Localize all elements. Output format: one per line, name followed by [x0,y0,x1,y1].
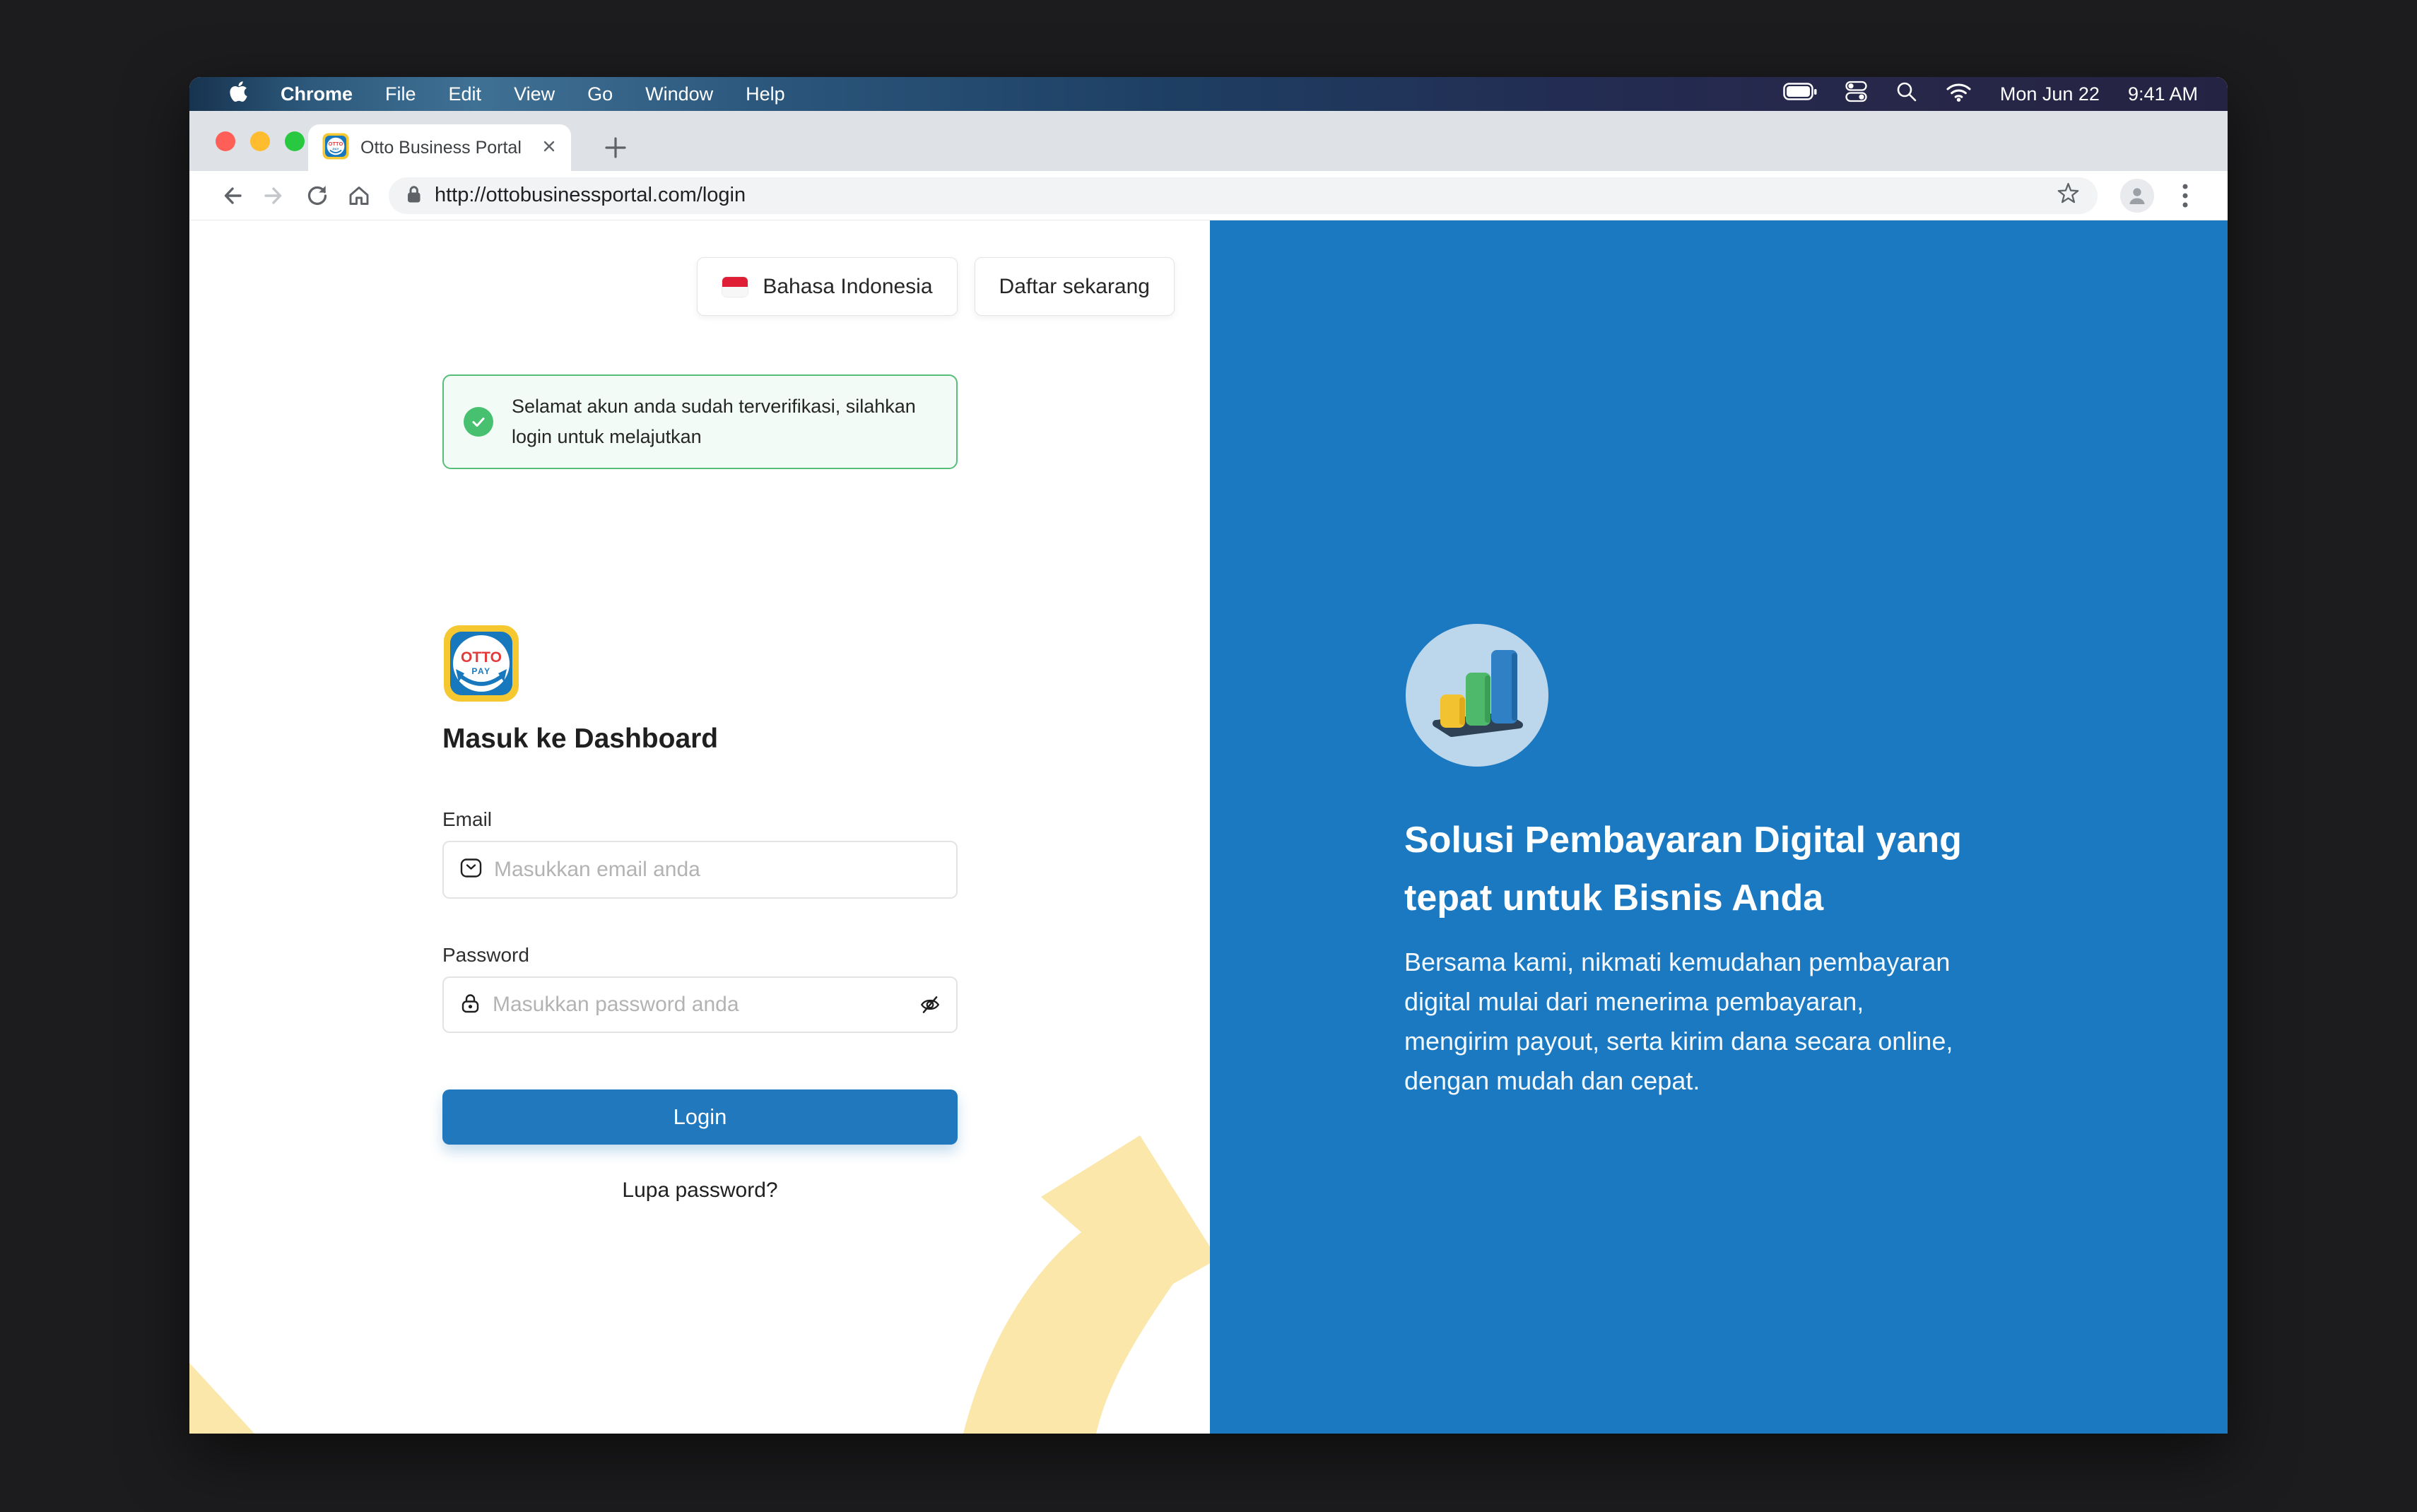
forward-button[interactable] [253,175,295,216]
svg-text:OTTO: OTTO [461,649,502,666]
svg-text:OTTO: OTTO [329,141,343,147]
tab-strip: OTTOPAY Otto Business Portal [189,111,2228,171]
search-icon[interactable] [1895,81,1917,107]
email-input[interactable] [494,858,941,882]
tab-close-icon[interactable] [541,138,557,158]
login-heading: Masuk ke Dashboard [442,723,718,755]
url-bar[interactable]: http://ottobusinessportal.com/login [389,177,2098,214]
mac-screen: Chrome File Edit View Go Window Help Mon… [189,77,2228,1434]
language-button[interactable]: Bahasa Indonesia [697,257,957,316]
email-field[interactable] [442,841,958,899]
menu-bar-clock[interactable]: 9:41 AM [2128,83,2198,105]
password-label: Password [442,944,529,967]
svg-text:PAY: PAY [332,147,339,151]
login-button[interactable]: Login [442,1089,958,1145]
hero-illustration [1406,624,1548,767]
page-content: Bahasa Indonesia Daftar sekarang Selamat… [189,220,2228,1434]
desktop-background: { "menu_bar": { "app_name": "Chrome", "i… [0,0,2417,1512]
email-label: Email [442,808,492,831]
tab-title: Otto Business Portal [360,138,530,158]
language-button-label: Bahasa Indonesia [763,275,932,299]
profile-button[interactable] [2120,179,2154,213]
alert-message: Selamat akun anda sudah terverifikasi, s… [512,391,916,452]
register-button[interactable]: Daftar sekarang [975,257,1175,316]
hero-body: Bersama kami, nikmati kemudahan pembayar… [1404,943,1953,1101]
wifi-icon[interactable] [1946,82,1972,107]
zoom-window-button[interactable] [285,131,305,151]
hero-panel: Solusi Pembayaran Digital yang tepat unt… [1210,220,2228,1434]
reload-button[interactable] [295,175,338,216]
password-input[interactable] [493,993,908,1017]
menu-item-edit[interactable]: Edit [449,83,482,105]
menu-item-help[interactable]: Help [746,83,785,105]
success-alert: Selamat akun anda sudah terverifikasi, s… [442,374,958,469]
register-button-label: Daftar sekarang [999,275,1150,299]
minimize-window-button[interactable] [250,131,270,151]
bar-chart-icon [1421,639,1534,752]
indonesia-flag-icon [722,276,748,297]
otto-favicon: OTTOPAY [322,133,349,163]
home-button[interactable] [338,175,380,216]
menu-item-file[interactable]: File [385,83,416,105]
header-actions: Bahasa Indonesia Daftar sekarang [697,257,1175,316]
url-text[interactable]: http://ottobusinessportal.com/login [435,184,2043,207]
browser-toolbar: http://ottobusinessportal.com/login [189,171,2228,220]
control-center-icon[interactable] [1845,81,1867,107]
svg-text:PAY: PAY [471,666,490,676]
battery-icon[interactable] [1783,83,1817,106]
lock-icon[interactable] [406,184,422,208]
password-field[interactable] [442,976,958,1033]
menu-item-view[interactable]: View [514,83,555,105]
menu-bar-date[interactable]: Mon Jun 22 [2000,83,2100,105]
apple-icon[interactable] [229,80,248,108]
menu-item-chrome[interactable]: Chrome [281,83,353,105]
mail-icon [459,856,483,883]
otto-pay-logo: OTTOPAY [442,624,520,707]
new-tab-button[interactable] [594,126,637,170]
forgot-password-link[interactable]: Lupa password? [442,1179,958,1203]
menu-item-window[interactable]: Window [645,83,713,105]
close-window-button[interactable] [216,131,235,151]
eye-off-icon[interactable] [919,994,941,1015]
browser-tab[interactable]: OTTOPAY Otto Business Portal [308,124,571,171]
back-button[interactable] [211,175,253,216]
password-lock-icon [459,992,481,1017]
menu-item-go[interactable]: Go [587,83,613,105]
menu-bar: Chrome File Edit View Go Window Help Mon… [189,77,2228,111]
check-icon [464,407,493,437]
menu-dots-icon[interactable] [2164,175,2206,216]
login-panel: Bahasa Indonesia Daftar sekarang Selamat… [189,220,1210,1434]
hero-heading: Solusi Pembayaran Digital yang tepat unt… [1404,811,1962,927]
bookmark-star-icon[interactable] [2056,182,2081,210]
